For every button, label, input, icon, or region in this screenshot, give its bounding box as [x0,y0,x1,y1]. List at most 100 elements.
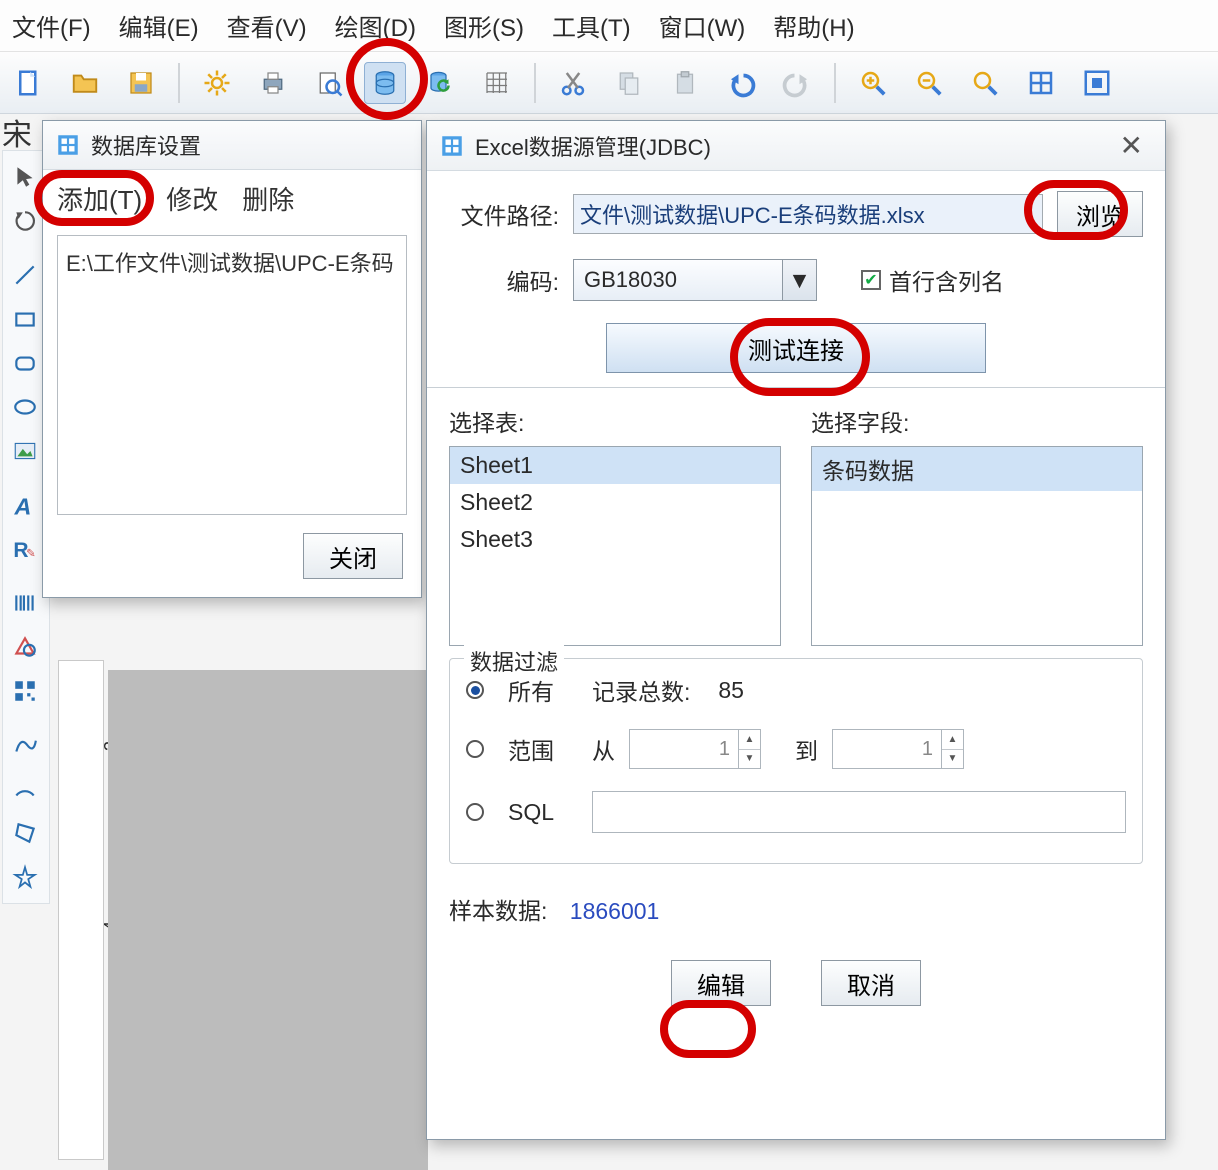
select-tool-icon[interactable] [5,157,45,197]
fields-list[interactable]: 条码数据 [811,446,1143,646]
label-select-field: 选择字段: [811,404,1143,438]
dialog-title: Excel数据源管理(JDBC) [475,130,711,162]
total-count: 85 [718,677,744,704]
radio-range[interactable] [466,740,484,758]
sql-input[interactable] [592,791,1126,833]
filepath-input[interactable] [573,194,1043,234]
print-preview-icon[interactable] [308,62,350,104]
menu-view[interactable]: 查看(V) [227,8,307,43]
tables-list[interactable]: Sheet1 Sheet2 Sheet3 [449,446,781,646]
filter-group: 数据过滤 所有 记录总数: 85 范围 从 ▲▼ 到 ▲▼ SQL [449,658,1143,864]
edit-button[interactable]: 编辑 [671,960,771,1006]
to-spinner[interactable]: ▲▼ [832,729,964,769]
database-icon[interactable] [364,62,406,104]
polygon-tool-icon[interactable] [5,813,45,853]
from-spinner[interactable]: ▲▼ [629,729,761,769]
redo-icon[interactable] [776,62,818,104]
menu-help[interactable]: 帮助(H) [773,8,854,43]
font-name-display[interactable]: 宋 [2,110,32,154]
menu-window[interactable]: 窗口(W) [659,8,746,43]
rotate-tool-icon[interactable] [5,201,45,241]
dialog-titlebar[interactable]: 数据库设置 [43,121,421,170]
label-select-table: 选择表: [449,404,781,438]
image-tool-icon[interactable] [5,431,45,471]
print-icon[interactable] [252,62,294,104]
star-tool-icon[interactable] [5,857,45,897]
list-item[interactable]: Sheet3 [450,521,780,558]
curve-tool-icon[interactable] [5,725,45,765]
database-settings-dialog: 数据库设置 添加(T) 修改 删除 E:\工作文件\测试数据\UPC-E条码 关… [42,120,422,598]
radio-sql[interactable] [466,803,484,821]
browse-button[interactable]: 浏览 [1057,191,1143,237]
chevron-down-icon[interactable]: ▼ [783,259,817,301]
svg-text:✎: ✎ [26,547,36,560]
undo-icon[interactable] [720,62,762,104]
ellipse-tool-icon[interactable] [5,387,45,427]
database-icon [55,132,81,158]
zoom-tool-icon[interactable] [964,62,1006,104]
menu-file[interactable]: 文件(F) [12,8,91,43]
text-tool-icon[interactable]: A [5,485,45,525]
zoom-out-icon[interactable] [908,62,950,104]
save-icon[interactable] [120,62,162,104]
label-total: 记录总数: [592,673,690,707]
settings-gear-icon[interactable] [196,62,238,104]
encoding-value: GB18030 [573,259,783,301]
datasource-list[interactable]: E:\工作文件\测试数据\UPC-E条码 [57,235,407,515]
menu-edit[interactable]: 编辑(E) [119,8,199,43]
new-file-icon[interactable] [8,62,50,104]
richtext-tool-icon[interactable]: R✎ [5,529,45,569]
barcode-tool-icon[interactable] [5,583,45,623]
close-icon[interactable]: ✕ [1110,129,1153,162]
dialog-titlebar[interactable]: Excel数据源管理(JDBC) ✕ [427,121,1165,171]
sample-value: 1866001 [570,898,660,924]
rounded-rect-tool-icon[interactable] [5,343,45,383]
list-item[interactable]: 条码数据 [812,447,1142,491]
label-all: 所有 [508,673,578,707]
copy-icon[interactable] [608,62,650,104]
cut-icon[interactable] [552,62,594,104]
shape-tool-icon[interactable] [5,627,45,667]
label-to: 到 [795,732,818,766]
label-sql: SQL [508,799,578,826]
canvas-area[interactable] [108,670,428,1170]
paste-icon[interactable] [664,62,706,104]
list-item[interactable]: E:\工作文件\测试数据\UPC-E条码 [66,246,398,278]
svg-text:A: A [14,493,32,519]
datasource-icon [439,133,465,159]
label-sample: 样本数据: [449,898,547,924]
excel-datasource-dialog: Excel数据源管理(JDBC) ✕ 文件路径: 浏览 编码: GB18030 … [426,120,1166,1140]
qrcode-tool-icon[interactable] [5,671,45,711]
dialog-title: 数据库设置 [91,129,201,161]
arc-tool-icon[interactable] [5,769,45,809]
list-item[interactable]: Sheet1 [450,447,780,484]
label-filepath: 文件路径: [449,197,559,231]
tab-add[interactable]: 添加(T) [57,180,142,217]
open-folder-icon[interactable] [64,62,106,104]
zoom-in-icon[interactable] [852,62,894,104]
encoding-combo[interactable]: GB18030 ▼ [573,259,817,301]
test-connection-button[interactable]: 测试连接 [606,323,986,373]
menu-shape[interactable]: 图形(S) [444,8,524,43]
label-range: 范围 [508,732,578,766]
tab-modify[interactable]: 修改 [166,180,218,217]
list-item[interactable]: Sheet2 [450,484,780,521]
menu-draw[interactable]: 绘图(D) [335,8,416,43]
database-refresh-icon[interactable] [420,62,462,104]
menu-tools[interactable]: 工具(T) [552,8,631,43]
header-row-checkbox[interactable]: ✔ [861,270,881,290]
cancel-button[interactable]: 取消 [821,960,921,1006]
rect-tool-icon[interactable] [5,299,45,339]
radio-all[interactable] [466,681,484,699]
tab-delete[interactable]: 删除 [242,180,294,217]
grid-icon[interactable] [476,62,518,104]
toolbar [0,52,1218,114]
label-from: 从 [592,732,615,766]
group-title: 数据过滤 [464,645,564,677]
line-tool-icon[interactable] [5,255,45,295]
fit-screen-icon[interactable] [1020,62,1062,104]
label-header-row: 首行含列名 [889,263,1004,297]
fit-selection-icon[interactable] [1076,62,1118,104]
close-button[interactable]: 关闭 [303,533,403,579]
menubar: 文件(F) 编辑(E) 查看(V) 绘图(D) 图形(S) 工具(T) 窗口(W… [0,0,1218,52]
